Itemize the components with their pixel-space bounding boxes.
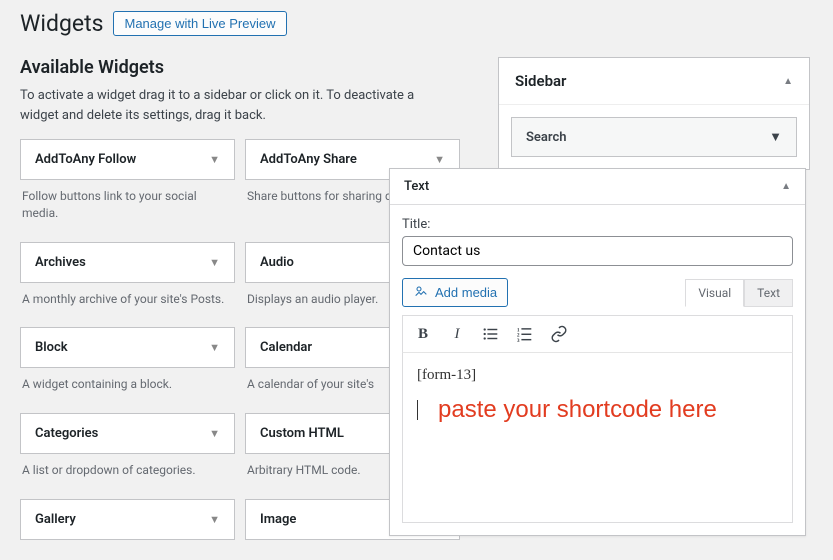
- widget-box[interactable]: AddToAny Follow ▼: [20, 139, 235, 180]
- number-list-button[interactable]: 123: [515, 324, 535, 344]
- widget-desc: A monthly archive of your site's Posts.: [20, 283, 235, 318]
- caret-up-icon: ▲: [783, 76, 793, 87]
- widget-label: Audio: [260, 255, 294, 270]
- text-widget-panel: Text ▲ Title: Add media Visual Text B: [389, 168, 806, 536]
- caret-down-icon: ▼: [769, 129, 782, 145]
- widget-box[interactable]: Categories ▼: [20, 413, 235, 454]
- sidebar-widget-label: Search: [526, 130, 567, 145]
- widget-label: Custom HTML: [260, 426, 344, 441]
- sidebar-widget-search[interactable]: Search ▼: [511, 117, 797, 157]
- widget-item: Categories ▼ A list or dropdown of categor…: [20, 413, 235, 489]
- widget-label: Block: [35, 340, 68, 355]
- widget-item: Archives ▼ A monthly archive of your site'…: [20, 242, 235, 318]
- widget-box[interactable]: Gallery ▼: [20, 499, 235, 540]
- caret-down-icon: ▼: [434, 153, 445, 166]
- widget-item: Gallery ▼: [20, 499, 235, 540]
- text-widget-title: Text: [404, 179, 429, 194]
- caret-down-icon: ▼: [209, 256, 220, 269]
- add-media-label: Add media: [435, 285, 497, 300]
- widget-desc: Follow buttons link to your social media…: [20, 180, 235, 232]
- widget-label: AddToAny Follow: [35, 152, 136, 167]
- widget-desc: A list or dropdown of categories.: [20, 454, 235, 489]
- caret-down-icon: ▼: [209, 513, 220, 526]
- link-button[interactable]: [549, 324, 569, 344]
- widget-label: Categories: [35, 426, 98, 441]
- caret-down-icon: ▼: [209, 341, 220, 354]
- caret-down-icon: ▼: [209, 153, 220, 166]
- available-widgets-desc: To activate a widget drag it to a sideba…: [20, 86, 450, 125]
- tab-visual[interactable]: Visual: [685, 279, 744, 307]
- tab-text[interactable]: Text: [744, 279, 793, 307]
- text-cursor: [417, 400, 418, 420]
- sidebar-title: Sidebar: [515, 72, 566, 90]
- widget-box[interactable]: Block ▼: [20, 327, 235, 368]
- widget-label: Gallery: [35, 512, 76, 527]
- widget-label: Calendar: [260, 340, 312, 355]
- media-icon: [413, 283, 429, 302]
- bold-button[interactable]: B: [413, 324, 433, 344]
- sidebar-header[interactable]: Sidebar ▲: [499, 58, 809, 105]
- editor-content[interactable]: [form-13] paste your shortcode here: [402, 353, 793, 523]
- title-label: Title:: [402, 217, 793, 232]
- manage-preview-button[interactable]: Manage with Live Preview: [113, 11, 286, 36]
- editor-toolbar: B I 123: [402, 315, 793, 353]
- widget-label: AddToAny Share: [260, 152, 357, 167]
- page-title: Widgets: [20, 10, 103, 37]
- widget-label: Image: [260, 512, 296, 527]
- sidebar-panel: Sidebar ▲ Search ▼: [498, 57, 810, 170]
- available-widgets-title: Available Widgets: [20, 57, 480, 78]
- widget-desc: A widget containing a block.: [20, 368, 235, 403]
- widget-item: Block ▼ A widget containing a block.: [20, 327, 235, 403]
- shortcode-text: [form-13]: [417, 367, 778, 384]
- caret-down-icon: ▼: [209, 427, 220, 440]
- text-widget-header[interactable]: Text ▲: [390, 169, 805, 205]
- widget-label: Archives: [35, 255, 86, 270]
- add-media-button[interactable]: Add media: [402, 278, 508, 307]
- title-input[interactable]: [402, 236, 793, 266]
- italic-button[interactable]: I: [447, 324, 467, 344]
- caret-up-icon: ▲: [781, 181, 791, 192]
- bullet-list-button[interactable]: [481, 324, 501, 344]
- svg-text:3: 3: [517, 338, 520, 343]
- annotation-text: paste your shortcode here: [438, 396, 717, 424]
- widget-item: AddToAny Follow ▼ Follow buttons link to y…: [20, 139, 235, 232]
- widget-box[interactable]: Archives ▼: [20, 242, 235, 283]
